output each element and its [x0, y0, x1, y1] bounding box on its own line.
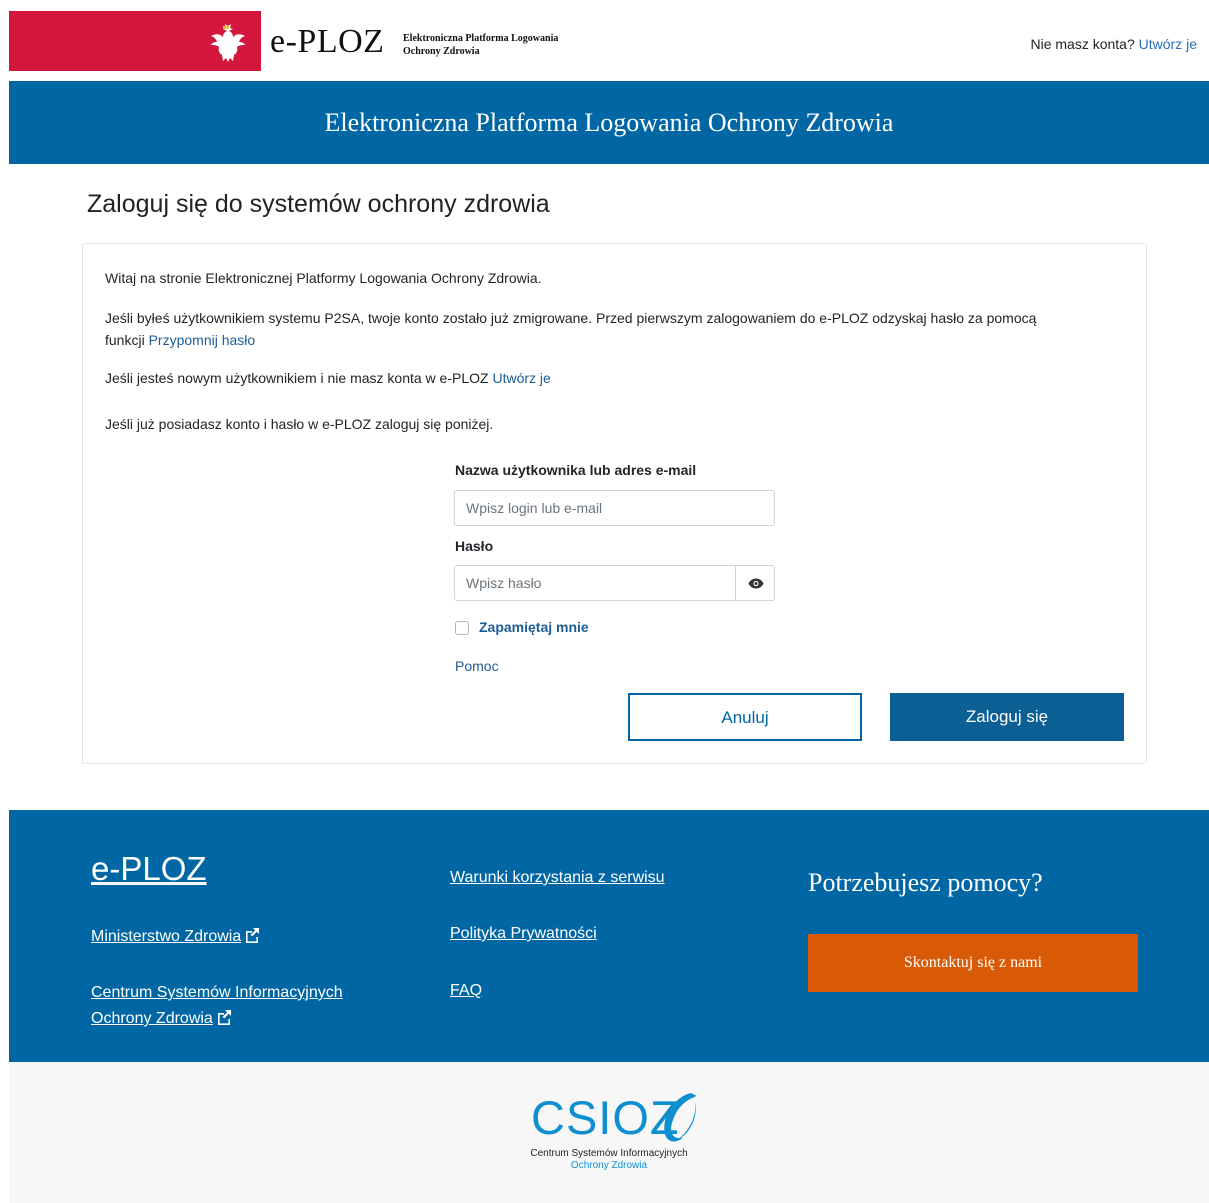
remember-me-label[interactable]: Zapamiętaj mnie: [479, 619, 589, 635]
page-title: Zaloguj się do systemów ochrony zdrowia: [87, 190, 550, 218]
polish-eagle-icon: [211, 23, 245, 62]
cancel-button[interactable]: Anuluj: [628, 693, 862, 741]
login-button[interactable]: Zaloguj się: [890, 693, 1124, 741]
bottom-logo-area: CSIOZ Centrum Systemów Informacyjnych Oc…: [9, 1062, 1209, 1203]
p2sa-text: Jeśli byłeś użytkownikiem systemu P2SA, …: [105, 310, 1037, 326]
new-user-info: Jeśli jesteś nowym użytkownikiem i nie m…: [105, 367, 551, 389]
password-label: Hasło: [455, 538, 494, 554]
login-card: Witaj na stronie Elektronicznej Platform…: [82, 243, 1147, 764]
faq-link[interactable]: FAQ: [450, 978, 482, 1004]
csioz-subtitle-line1: Centrum Systemów Informacyjnych: [530, 1148, 688, 1159]
no-account-prompt: Nie masz konta? Utwórz je: [1030, 36, 1197, 52]
footer: e-PLOZ Ministerstwo Zdrowia Centrum Syst…: [9, 810, 1209, 1062]
brand-logo[interactable]: e-PLOZ: [270, 23, 384, 61]
banner-title: Elektroniczna Platforma Logowania Ochron…: [9, 81, 1209, 164]
csioz-link-line2: Ochrony Zdrowia: [91, 1010, 213, 1027]
csioz-subtitle-line2: Ochrony Zdrowia: [570, 1160, 648, 1171]
help-link[interactable]: Pomoc: [455, 658, 499, 674]
csioz-link[interactable]: Centrum Systemów Informacyjnych Ochrony …: [91, 980, 343, 1032]
eye-icon: [748, 578, 764, 589]
password-input[interactable]: Wpisz hasło: [454, 565, 736, 601]
p2sa-text-prefix: funkcji: [105, 332, 145, 348]
show-password-button[interactable]: [735, 565, 775, 601]
welcome-text: Witaj na stronie Elektronicznej Platform…: [105, 270, 542, 286]
help-title: Potrzebujesz pomocy?: [808, 868, 1043, 897]
p2sa-info: Jeśli byłeś użytkownikiem systemu P2SA, …: [105, 307, 1135, 351]
privacy-link[interactable]: Polityka Prywatności: [450, 921, 597, 947]
remember-me-checkbox[interactable]: [455, 621, 469, 635]
brand-subtitle: Elektroniczna Platforma Logowania Ochron…: [403, 32, 558, 58]
username-input[interactable]: Wpisz login lub e-mail: [454, 490, 775, 526]
ministry-link-text: Ministerstwo Zdrowia: [91, 928, 242, 945]
username-label: Nazwa użytkownika lub adres e-mail: [455, 462, 697, 478]
csioz-swoosh-icon: [664, 1093, 697, 1142]
external-link-icon: [217, 1010, 231, 1025]
create-account-inline-link[interactable]: Utwórz je: [492, 370, 550, 386]
recover-password-link[interactable]: Przypomnij hasło: [149, 332, 256, 348]
new-user-text: Jeśli jesteś nowym użytkownikiem i nie m…: [105, 370, 489, 386]
terms-link[interactable]: Warunki korzystania z serwisu: [450, 865, 665, 891]
existing-user-text: Jeśli już posiadasz konto i hasło w e-PL…: [105, 416, 494, 432]
contact-button[interactable]: Skontaktuj się z nami: [808, 934, 1138, 992]
brand-subtitle-line1: Elektroniczna Platforma Logowania: [403, 33, 559, 44]
external-link-icon: [246, 928, 260, 943]
ministry-link[interactable]: Ministerstwo Zdrowia: [91, 924, 260, 950]
footer-brand-link[interactable]: e-PLOZ: [91, 850, 207, 888]
no-account-text: Nie masz konta?: [1030, 36, 1135, 52]
top-header: e-PLOZ Elektroniczna Platforma Logowania…: [9, 11, 1209, 71]
brand-subtitle-line2: Ochrony Zdrowia: [403, 46, 480, 57]
create-account-link[interactable]: Utwórz je: [1139, 36, 1197, 52]
csioz-link-line1: Centrum Systemów Informacyjnych: [91, 984, 343, 1001]
